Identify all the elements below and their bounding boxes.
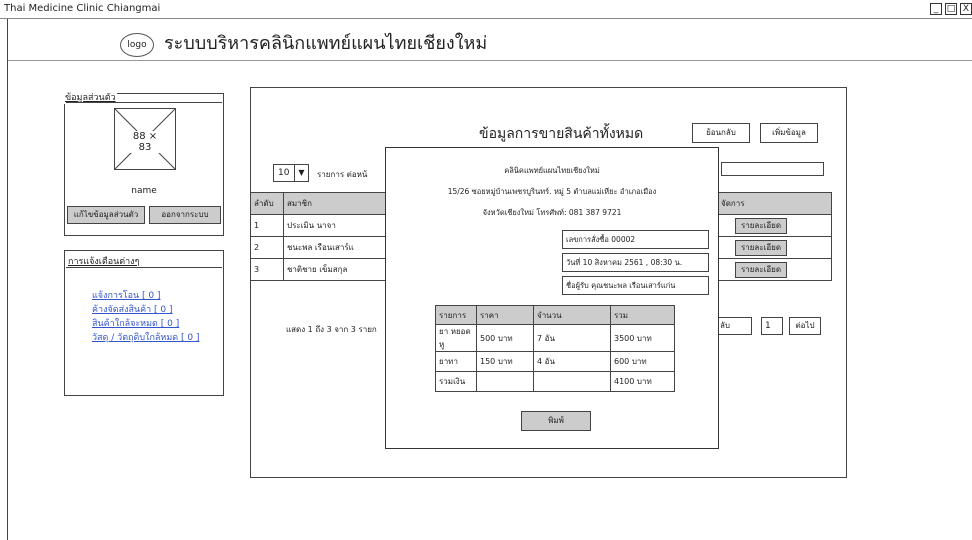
page-number-input[interactable]: 1	[761, 317, 783, 335]
alert-pending-shipment-link[interactable]: ค้างจัดส่งสินค้า [ 0 ]	[92, 302, 173, 316]
chevron-down-icon: ▼	[294, 165, 308, 181]
recipient-field: ชื่อผู้รับ คุณชนะพล เรือนเสาร์แก่น	[562, 276, 709, 295]
logout-button[interactable]: ออกจากระบบ	[149, 206, 221, 224]
row-member: ประเมิน นาจา	[283, 214, 386, 237]
prev-page-button[interactable]: ลับ	[718, 317, 752, 335]
maximize-button[interactable]: □	[945, 3, 957, 15]
receipt-dialog: คลินิคแพทย์แผนไทยเชียงใหม่ 15/26 ซอยหมู่…	[385, 147, 719, 449]
col-member: สมาชิก	[283, 192, 386, 215]
details-button[interactable]: รายละเอียด	[735, 239, 787, 256]
item-qty: 4 อัน	[533, 351, 611, 372]
page-size-value: 10	[278, 168, 290, 178]
grand-total: 4100 บาท	[610, 371, 675, 392]
window-title-bar: Thai Medicine Clinic Chiangmai	[0, 0, 972, 19]
table-row: ยาทา 150 บาท 4 อัน 600 บาท	[435, 351, 675, 372]
table-row: 1 ประเมิน นาจา	[250, 214, 386, 237]
image-size-label: 88 × 83	[125, 131, 165, 153]
alert-low-material-link[interactable]: วัสดุ / วัตถุดิบใกล้หมด [ 0 ]	[92, 330, 199, 344]
item-price: 500 บาท	[476, 324, 534, 352]
header-divider	[8, 60, 972, 61]
col-no: ลำดับ	[250, 192, 284, 215]
item-name: ยาทา	[435, 351, 477, 372]
alerts-panel: การแจ้งเตือนต่างๆ แจ้งการโอน [ 0 ] ค้างจ…	[64, 250, 224, 396]
page-title: ข้อมูลการขายสินค้าทั้งหมด	[479, 126, 644, 142]
item-total: 600 บาท	[610, 351, 675, 372]
profile-image-placeholder: 88 × 83	[114, 108, 176, 170]
row-no: 2	[250, 236, 284, 259]
col-qty: จำนวน	[533, 305, 611, 325]
minimize-button[interactable]: _	[930, 3, 942, 15]
window-title: Thai Medicine Clinic Chiangmai	[4, 3, 161, 14]
table-row: รวมเงิน 4100 บาท	[435, 371, 675, 392]
table-row: 2 ชนะพล เรือนเสาร์แ	[250, 236, 386, 259]
edit-profile-button[interactable]: แก้ไขข้อมูลส่วนตัว	[67, 206, 145, 224]
logo: logo	[120, 33, 154, 57]
divider	[66, 102, 222, 103]
search-input[interactable]	[721, 162, 824, 176]
profile-panel: ข้อมูลส่วนตัว 88 × 83 name แก้ไขข้อมูลส่…	[64, 90, 224, 236]
back-button[interactable]: ย้อนกลับ	[692, 123, 750, 143]
col-item: รายการ	[435, 305, 477, 325]
alert-low-stock-link[interactable]: สินค้าใกล้จะหมด [ 0 ]	[92, 316, 179, 330]
pagination-summary: แสดง 1 ถึง 3 จาก 3 รายก	[286, 325, 377, 334]
add-button[interactable]: เพิ่มข้อมูล	[760, 123, 818, 143]
item-qty: 7 อัน	[533, 324, 611, 352]
row-member: ชาติชาย เข็มสกุล	[283, 258, 386, 281]
row-member: ชนะพล เรือนเสาร์แ	[283, 236, 386, 259]
col-price: ราคา	[476, 305, 534, 325]
divider	[66, 267, 222, 268]
alerts-section-label: การแจ้งเตือนต่างๆ	[68, 257, 140, 267]
page-size-suffix: รายการ ต่อหน้	[317, 170, 368, 179]
item-total: 3500 บาท	[610, 324, 675, 352]
close-button[interactable]: X	[960, 3, 972, 15]
next-page-button[interactable]: ต่อไป	[789, 317, 821, 335]
details-button[interactable]: รายละเอียด	[735, 217, 787, 234]
actions-table: จัดการ รายละเอียด รายละเอียด รายละเอียด	[718, 192, 832, 281]
profile-name: name	[131, 186, 157, 196]
row-no: 1	[250, 214, 284, 237]
order-date-field: วันที่ 10 สิงหาคม 2561 , 08:30 น.	[562, 253, 709, 272]
app-title: ระบบบริหารคลินิกแพทย์แผนไทยเชียงใหม่	[164, 33, 488, 54]
receipt-items-table: รายการ ราคา จำนวน รวม ยา หยอดหู 500 บาท …	[435, 305, 675, 392]
col-actions: จัดการ	[718, 192, 832, 215]
item-price: 150 บาท	[476, 351, 534, 372]
sales-table: ลำดับ สมาชิก 1 ประเมิน นาจา 2 ชนะพล เรือ…	[250, 192, 386, 281]
page-size-select[interactable]: 10 ▼	[273, 164, 309, 182]
item-name: ยา หยอดหู	[435, 324, 477, 352]
clinic-phone: จังหวัดเชียงใหม่ โทรศัพท์: 081 387 9721	[482, 208, 622, 217]
col-total: รวม	[610, 305, 675, 325]
clinic-address: 15/26 ซอยหมู่บ้านเพชรบูรินทร์. หมู่ 5 ตำ…	[447, 187, 657, 196]
table-row: ยา หยอดหู 500 บาท 7 อัน 3500 บาท	[435, 324, 675, 352]
table-row: 3 ชาติชาย เข็มสกุล	[250, 258, 386, 281]
clinic-name: คลินิคแพทย์แผนไทยเชียงใหม่	[504, 166, 600, 175]
order-number-field: เลขการสั่งซื้อ 00002	[562, 230, 709, 249]
alert-transfer-link[interactable]: แจ้งการโอน [ 0 ]	[92, 288, 161, 302]
details-button[interactable]: รายละเอียด	[735, 261, 787, 278]
total-label: รวมเงิน	[435, 371, 477, 392]
row-no: 3	[250, 258, 284, 281]
print-button[interactable]: พิมพ์	[521, 411, 591, 431]
